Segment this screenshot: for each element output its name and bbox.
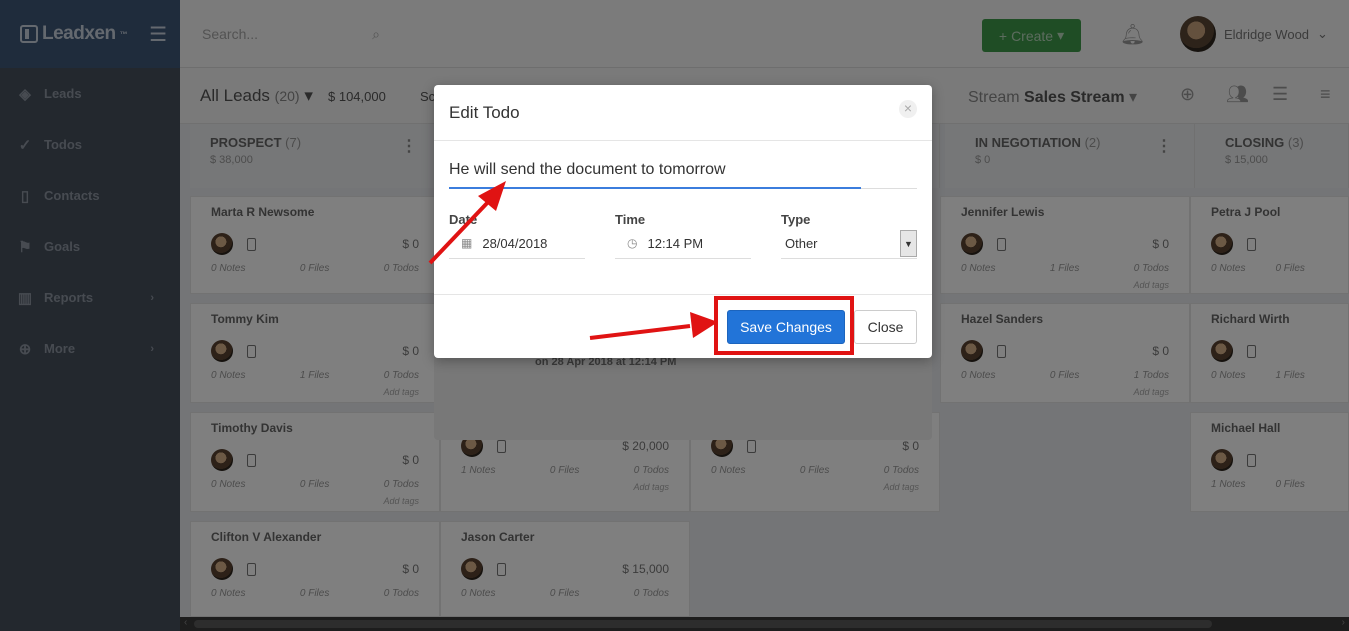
modal-header: Edit Todo × <box>434 85 932 141</box>
chevron-down-icon[interactable]: ▼ <box>900 230 917 257</box>
type-label: Type <box>781 212 811 227</box>
date-field[interactable]: ▦ 28/04/2018 <box>449 228 585 259</box>
date-value: 28/04/2018 <box>482 235 548 251</box>
modal-title: Edit Todo <box>449 103 520 122</box>
todo-text-value: He will send the document to tomorrow <box>449 161 726 178</box>
time-field[interactable]: ◷ 12:14 PM <box>615 228 751 259</box>
time-value: 12:14 PM <box>647 235 704 251</box>
type-value: Other <box>785 235 818 251</box>
todo-text-input[interactable]: He will send the document to tomorrow <box>449 161 917 189</box>
close-button[interactable]: Close <box>854 310 917 344</box>
modal-footer: Save Changes Close <box>434 294 932 358</box>
clock-icon: ◷ <box>627 236 638 250</box>
time-label: Time <box>615 212 646 227</box>
date-label: Date <box>449 212 478 227</box>
annotation-highlight-box <box>714 296 854 355</box>
calendar-icon: ▦ <box>461 236 473 250</box>
type-select[interactable]: Other ▼ <box>781 228 917 259</box>
input-focus-underline <box>449 187 861 189</box>
close-icon[interactable]: × <box>899 100 917 118</box>
edit-todo-modal: Edit Todo × He will send the document to… <box>434 85 932 358</box>
